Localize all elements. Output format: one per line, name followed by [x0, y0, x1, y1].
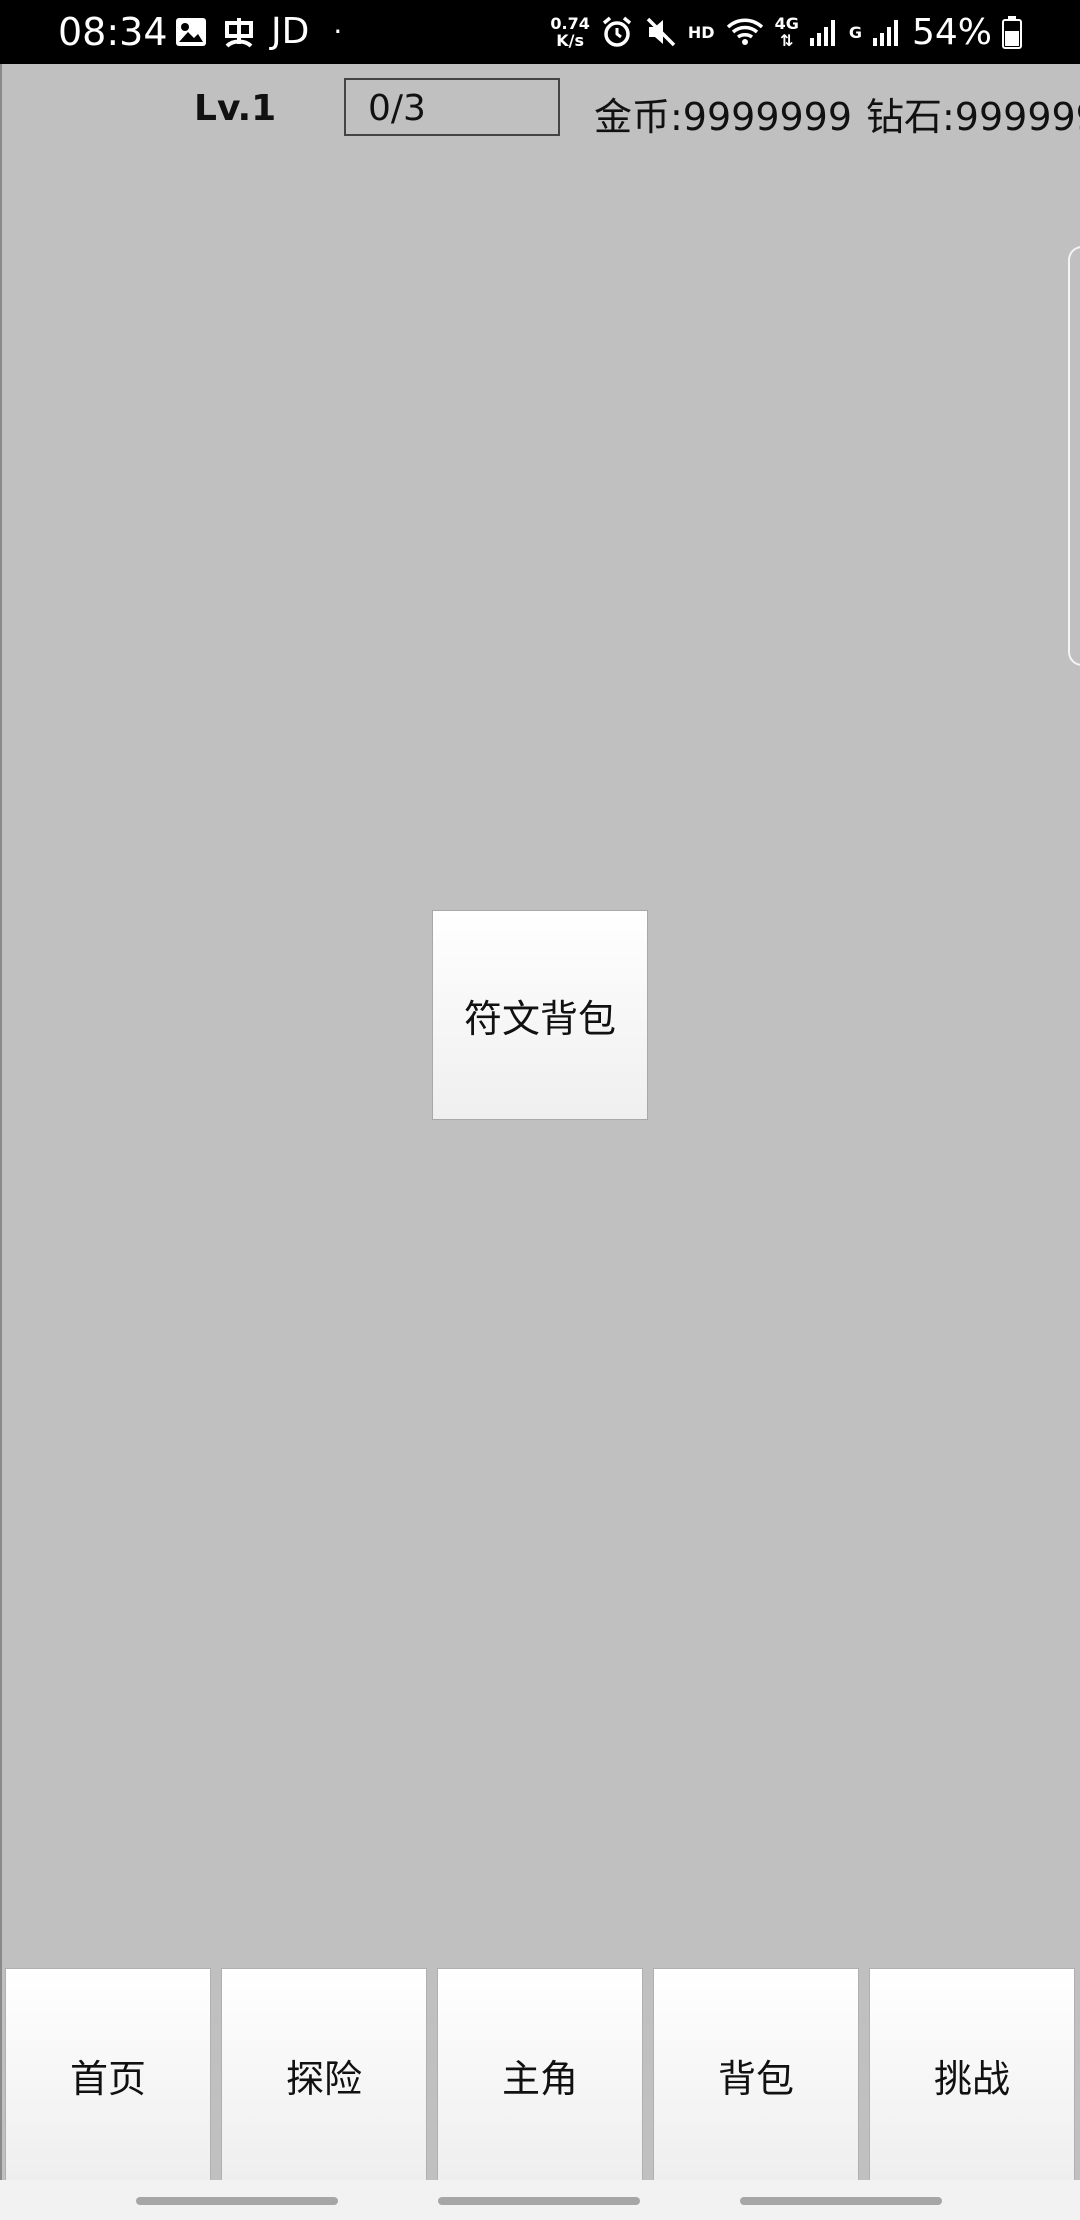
nav-challenge-button[interactable]: 挑战 — [869, 1968, 1075, 2182]
system-icons: 0.74 K/s HD 4G ⇅ G 54% — [550, 10, 1022, 54]
signal-icon — [809, 17, 839, 47]
network-speed-unit: K/s — [556, 31, 585, 50]
network-type-label: 4G — [774, 14, 799, 33]
system-nav-bar — [0, 2180, 1080, 2220]
network-speed-value: 0.74 — [550, 14, 590, 33]
bottom-nav: 首页 探险 主角 背包 挑战 — [0, 1962, 1080, 2182]
gold-counter: 金币:9999999 — [594, 95, 853, 139]
data-activity-icon: ⇅ — [780, 31, 794, 50]
image-icon — [175, 17, 207, 47]
left-edge-divider — [0, 64, 2, 2220]
exp-progress: 0/3 — [368, 88, 426, 129]
nav-explore-button[interactable]: 探险 — [221, 1968, 427, 2182]
header-clip: Lv.1 0/3 金币:9999999 钻石:9999999 — [0, 64, 1080, 2220]
notification-icons: JD · — [175, 12, 342, 52]
hd-voice-label: HD — [687, 22, 715, 42]
nav-home-button[interactable]: 首页 — [5, 1968, 211, 2182]
player-level: Lv.1 — [194, 88, 277, 129]
network-type-g: G — [849, 24, 862, 41]
diamond-counter: 钻石:9999999 — [866, 95, 1080, 139]
battery-percent: 54% — [911, 11, 992, 53]
network-speed: 0.74 K/s — [550, 15, 589, 49]
network-type-4g: 4G ⇅ — [775, 15, 799, 49]
nav-hero-button[interactable]: 主角 — [437, 1968, 643, 2182]
rune-bag-button[interactable]: 符文背包 — [432, 910, 648, 1120]
app-label: JD — [271, 11, 310, 52]
wifi-icon — [725, 16, 765, 48]
status-bar: 08:34 JD · 0.74 K/s HD 4G ⇅ G 54% — [0, 0, 1080, 64]
mute-icon — [644, 15, 678, 49]
alarm-icon — [600, 15, 634, 49]
system-back-gesture[interactable] — [740, 2197, 942, 2205]
signal-icon — [872, 17, 902, 47]
status-time: 08:34 — [58, 10, 168, 54]
app-icon — [221, 14, 257, 50]
system-home-gesture[interactable] — [438, 2197, 640, 2205]
nav-bag-button[interactable]: 背包 — [653, 1968, 859, 2182]
more-notifications-dot: · — [333, 15, 343, 48]
edge-panel-handle[interactable] — [1068, 246, 1080, 666]
network-type-label: G — [848, 22, 862, 42]
system-recents-gesture[interactable] — [136, 2197, 338, 2205]
exp-box: 0/3 — [344, 78, 560, 136]
battery-icon — [1002, 15, 1022, 49]
